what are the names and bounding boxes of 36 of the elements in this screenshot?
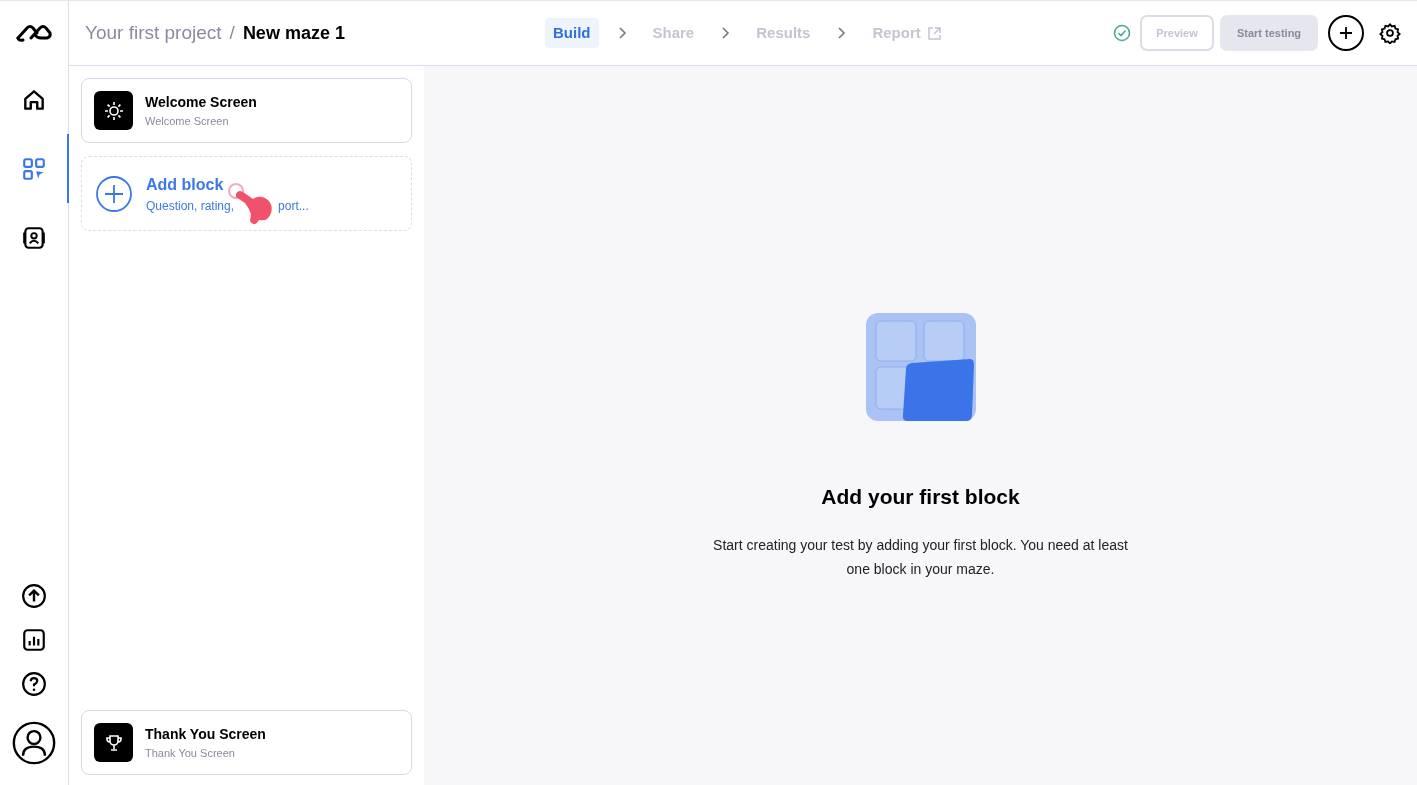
add-button[interactable] (1328, 15, 1364, 51)
upload-icon[interactable] (21, 583, 47, 609)
step-tab[interactable]: Share (644, 17, 703, 49)
step-tab[interactable]: Build (545, 17, 599, 49)
add-block-card[interactable]: Add block Question, rating, port... (81, 156, 412, 231)
block-subtitle: Thank You Screen (145, 745, 236, 761)
add-block-title: Add block (146, 174, 225, 195)
plus-circle-icon (96, 175, 132, 212)
logo-icon[interactable] (15, 23, 53, 43)
empty-state-description: Start creating your test by adding your first block. You need at least one block in your maze. (712, 535, 1129, 579)
help-icon[interactable] (21, 671, 47, 697)
chevron-right-icon (616, 26, 627, 40)
chevron-right-icon (836, 26, 847, 40)
sun-icon (94, 91, 133, 130)
block-card[interactable]: Thank You Screen Thank You Screen (81, 710, 412, 775)
breadcrumb-separator: / (229, 20, 235, 45)
add-block-subtitle: Question, rating, (146, 197, 235, 215)
check-circle-icon (1113, 24, 1131, 42)
chart-icon[interactable] (21, 627, 47, 653)
maze-title: New maze 1 (242, 21, 345, 45)
chevron-right-icon (720, 26, 731, 40)
grid-icon[interactable] (21, 155, 47, 182)
settings-icon[interactable] (1379, 22, 1401, 44)
add-block-subtitle: port... (278, 197, 309, 215)
block-card[interactable]: Welcome Screen Welcome Screen (81, 78, 412, 143)
block-title: Welcome Screen (145, 92, 257, 112)
step-tab[interactable]: Report (864, 17, 950, 49)
trophy-icon (94, 723, 133, 762)
block-title: Thank You Screen (145, 724, 266, 744)
avatar-icon[interactable] (12, 721, 56, 765)
empty-state-title: Add your first block (821, 484, 1020, 510)
project-link[interactable]: Your first project (85, 18, 222, 48)
plus-icon (1338, 25, 1354, 41)
contacts-icon[interactable] (21, 224, 47, 251)
block-subtitle: Welcome Screen (145, 113, 230, 129)
step-tab[interactable]: Results (748, 17, 819, 49)
